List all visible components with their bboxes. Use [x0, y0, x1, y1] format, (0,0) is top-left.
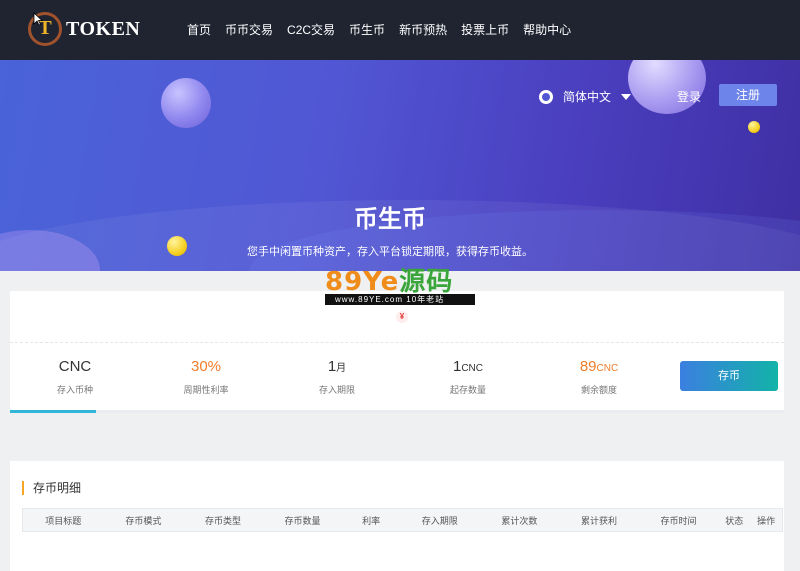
table-header: 项目标题 存币模式 存币类型 存币数量 利率 存入期限 累计次数 累计获利 存币… — [22, 508, 783, 532]
stat-label: 剩余额度 — [580, 385, 617, 395]
section-title: 存币明细 — [22, 481, 81, 495]
column-header: 累计获利 — [580, 515, 617, 526]
logo-text: TOKEN — [66, 17, 141, 40]
top-nav-bar: T TOKEN 首页 币币交易 C2C交易 币生币 新币预热 投票上币 帮助中心 — [0, 0, 800, 60]
column-header: 利率 — [362, 515, 381, 526]
nav-help-center[interactable]: 帮助中心 — [523, 21, 571, 38]
hero-banner: 简体中文 登录 注册 币生币 您手中闲置币种资产，存入平台锁定期限，获得存币收益… — [0, 60, 800, 271]
main-nav: 首页 币币交易 C2C交易 币生币 新币预热 投票上币 帮助中心 — [187, 21, 571, 38]
nav-coin-earn[interactable]: 币生币 — [349, 21, 385, 38]
stat-deposit-coin: CNC 存入币种 — [10, 357, 140, 396]
stat-value: 1CNC — [452, 358, 483, 375]
login-link[interactable]: 登录 — [677, 88, 701, 105]
decorative-sphere — [748, 121, 760, 133]
stat-value: 89CNC — [579, 358, 619, 375]
tab-underline-active — [10, 410, 96, 413]
language-label: 简体中文 — [563, 90, 612, 104]
decorative-sphere — [628, 60, 706, 114]
deposit-details-panel: 存币明细 项目标题 存币模式 存币类型 存币数量 利率 存入期限 累计次数 累计… — [10, 461, 784, 571]
stat-label: 周期性利率 — [183, 385, 229, 395]
register-button[interactable]: 注册 — [719, 84, 777, 106]
page-title: 币生币 — [354, 206, 426, 233]
column-header: 状态 — [725, 515, 744, 526]
stat-value: CNC — [58, 358, 92, 375]
nav-new-coin-preview[interactable]: 新币预热 — [399, 21, 447, 38]
column-header: 操作 — [757, 515, 776, 526]
nav-home[interactable]: 首页 — [187, 21, 211, 38]
stat-remaining-quota: 89CNC 剩余额度 — [534, 357, 664, 396]
column-header: 存币数量 — [284, 515, 321, 526]
stat-value: 1月 — [327, 358, 347, 375]
column-header: 累计次数 — [501, 515, 538, 526]
column-header: 存币时间 — [660, 515, 697, 526]
decorative-sphere — [161, 78, 211, 128]
tab-underline-track — [10, 410, 784, 413]
stat-label: 起存数量 — [449, 385, 486, 395]
globe-icon — [539, 89, 553, 104]
yen-icon: ¥ — [396, 311, 408, 323]
stat-deposit-term: 1月 存入期限 — [272, 357, 402, 396]
page-subtitle: 您手中闲置币种资产，存入平台锁定期限，获得存币收益。 — [247, 246, 533, 258]
column-header: 存入期限 — [421, 515, 458, 526]
mouse-cursor-icon — [33, 12, 43, 26]
column-header: 项目标题 — [45, 515, 82, 526]
deposit-product-card: ¥ CNC 存入币种 30% 周期性利率 1月 存入期限 1CNC 起存数量 8… — [10, 291, 784, 413]
nav-coin-trading[interactable]: 币币交易 — [225, 21, 273, 38]
watermark: 89Ye源码 www.89YE.com 10年老站 — [325, 268, 475, 306]
stat-label: 存入币种 — [56, 385, 93, 395]
logo[interactable]: T TOKEN — [28, 12, 140, 46]
watermark-text: 89Ye源码 — [325, 267, 454, 297]
divider — [10, 342, 784, 343]
stat-label: 存入期限 — [318, 385, 355, 395]
nav-vote-listing[interactable]: 投票上币 — [461, 21, 509, 38]
column-header: 存币模式 — [125, 515, 162, 526]
stat-value: 30% — [190, 358, 222, 375]
stat-interest-rate: 30% 周期性利率 — [141, 357, 271, 396]
caret-down-icon — [621, 93, 632, 100]
column-header: 存币类型 — [204, 515, 241, 526]
deposit-button[interactable]: 存币 — [680, 361, 778, 391]
nav-c2c-trading[interactable]: C2C交易 — [287, 21, 335, 38]
watermark-bar: www.89YE.com 10年老站 — [325, 294, 475, 305]
stat-min-amount: 1CNC 起存数量 — [403, 357, 533, 396]
language-selector[interactable]: 简体中文 — [539, 88, 632, 105]
